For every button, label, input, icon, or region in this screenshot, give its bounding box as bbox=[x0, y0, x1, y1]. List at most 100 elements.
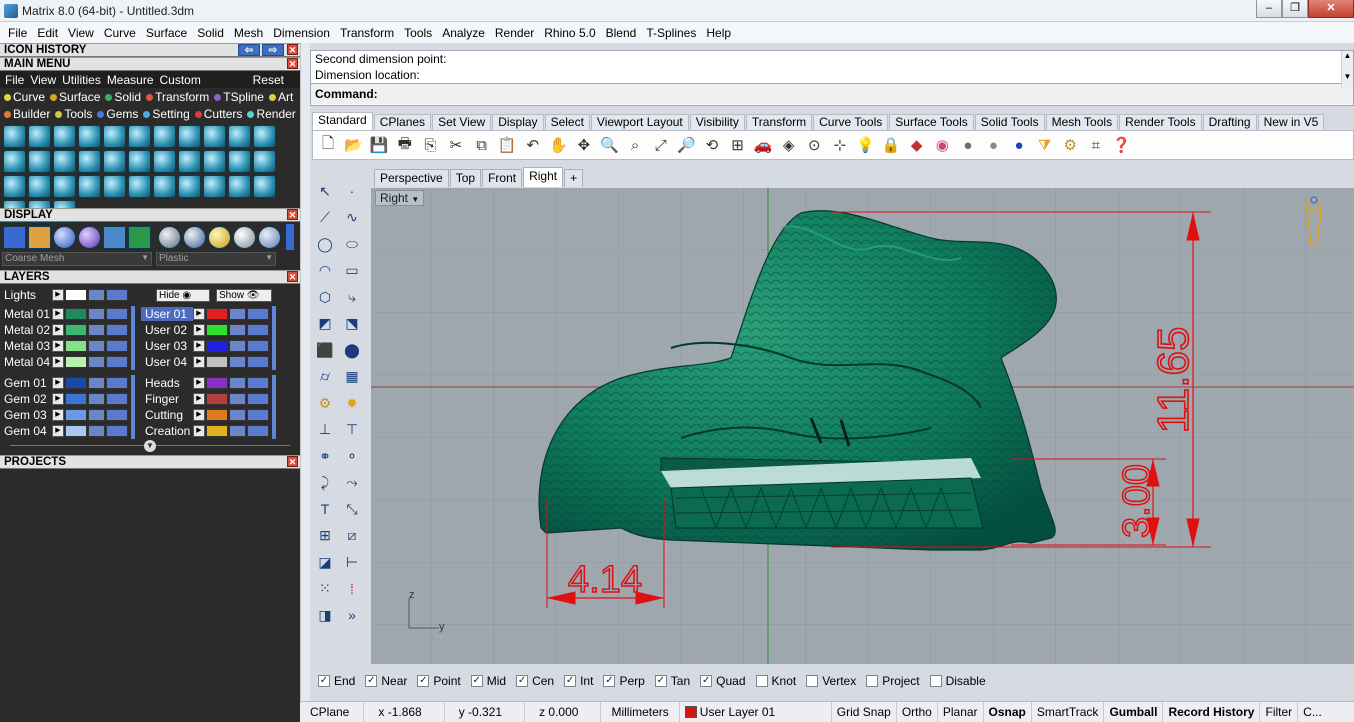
layer-row[interactable]: Metal 03 ▶ bbox=[0, 338, 128, 354]
units-label[interactable]: Millimeters bbox=[601, 701, 680, 722]
layer-color-swatch[interactable] bbox=[65, 409, 87, 421]
lock-icon[interactable] bbox=[229, 409, 246, 421]
osnap-mid[interactable]: ✓ Mid bbox=[470, 674, 506, 688]
close-button[interactable]: ✕ bbox=[1308, 0, 1354, 18]
tool-tile-icon[interactable] bbox=[78, 125, 101, 148]
rectangle-icon[interactable]: ▭ bbox=[339, 258, 365, 285]
expand-arrow-icon[interactable]: ▶ bbox=[52, 377, 64, 389]
material-select[interactable]: Plastic ▼ bbox=[156, 252, 276, 266]
bulb-icon[interactable] bbox=[106, 393, 128, 405]
layer-scrollbar[interactable] bbox=[131, 306, 135, 370]
layer-row[interactable]: Gem 04 ▶ bbox=[0, 423, 128, 439]
tool-tile-icon[interactable] bbox=[203, 150, 226, 173]
history-back-icon[interactable]: ⇦ bbox=[238, 44, 260, 56]
tool-tile-icon[interactable] bbox=[228, 125, 251, 148]
lock-icon[interactable] bbox=[229, 425, 246, 437]
layer-name[interactable]: Gem 01 bbox=[0, 376, 52, 390]
cplane-label[interactable]: CPlane bbox=[300, 701, 365, 722]
osnap-checkbox[interactable]: ✓ bbox=[516, 675, 529, 687]
lock-icon[interactable] bbox=[88, 340, 105, 352]
bulb-icon[interactable] bbox=[247, 356, 269, 368]
bulb-icon[interactable] bbox=[247, 308, 269, 320]
expand-arrow-icon[interactable]: ▶ bbox=[52, 409, 64, 421]
layer-color-swatch[interactable] bbox=[206, 340, 228, 352]
rendered-sphere-icon[interactable] bbox=[78, 225, 101, 249]
color-wheel-icon[interactable]: ◉ bbox=[931, 134, 953, 156]
lock-icon[interactable] bbox=[88, 356, 105, 368]
polygon-icon[interactable]: ⬡ bbox=[312, 284, 338, 311]
tool-tile-icon[interactable] bbox=[103, 175, 126, 198]
group-icon[interactable]: ⊞ bbox=[312, 523, 338, 550]
menu-view[interactable]: View bbox=[63, 26, 99, 40]
planar-toggle[interactable]: Planar bbox=[938, 701, 984, 722]
layer-name[interactable]: Metal 02 bbox=[0, 323, 52, 337]
mm-category-solid[interactable]: Solid bbox=[103, 90, 144, 104]
panel-splitter[interactable] bbox=[300, 43, 310, 701]
layer-color-swatch[interactable] bbox=[65, 356, 87, 368]
osnap-checkbox[interactable]: ✓ bbox=[470, 675, 483, 687]
layer-icon[interactable]: ◆ bbox=[906, 134, 928, 156]
menu-blend[interactable]: Blend bbox=[601, 26, 642, 40]
lock-icon[interactable] bbox=[229, 393, 246, 405]
split-icon[interactable]: ⊤ bbox=[339, 417, 365, 444]
bulb-icon[interactable] bbox=[247, 377, 269, 389]
menu-analyze[interactable]: Analyze bbox=[437, 26, 490, 40]
layer-name[interactable]: Finger bbox=[141, 392, 193, 406]
layer-name[interactable]: Gem 02 bbox=[0, 392, 52, 406]
osnap-cen[interactable]: ✓ Cen bbox=[516, 674, 554, 688]
grid-snap-toggle[interactable]: Grid Snap bbox=[832, 701, 897, 722]
menu-render[interactable]: Render bbox=[490, 26, 539, 40]
expand-arrow-icon[interactable]: ▶ bbox=[193, 425, 205, 437]
layer-row[interactable]: Metal 01 ▶ bbox=[0, 306, 128, 322]
toolbar-tab-render-tools[interactable]: Render Tools bbox=[1119, 114, 1202, 130]
polyline-icon[interactable]: ⟋ bbox=[312, 205, 338, 232]
layer-row[interactable]: Gem 01 ▶ bbox=[0, 375, 128, 391]
layer-row[interactable]: User 01 ▶ bbox=[141, 306, 269, 322]
layer-row[interactable]: Creation ▶ bbox=[141, 423, 269, 439]
lock-icon[interactable] bbox=[229, 340, 246, 352]
tool-tile-icon[interactable] bbox=[228, 150, 251, 173]
lock-icon[interactable]: 🔒 bbox=[880, 134, 902, 156]
layer-row[interactable]: User 02 ▶ bbox=[141, 322, 269, 338]
current-layer[interactable]: User Layer 01 bbox=[680, 701, 832, 722]
tool-tile-icon[interactable] bbox=[3, 175, 26, 198]
mm-view[interactable]: View bbox=[27, 73, 59, 87]
menu-help[interactable]: Help bbox=[701, 26, 736, 40]
toolbar-tab-standard[interactable]: Standard bbox=[312, 112, 373, 130]
menu-tsplines[interactable]: T-Splines bbox=[641, 26, 701, 40]
lock-icon[interactable] bbox=[229, 377, 246, 389]
record-history-toggle[interactable]: Record History bbox=[1163, 701, 1261, 722]
tool-tile-icon[interactable] bbox=[103, 125, 126, 148]
circle-icon[interactable]: ◯ bbox=[312, 231, 338, 258]
bulb-icon[interactable] bbox=[106, 308, 128, 320]
array-icon[interactable]: ⁙ bbox=[312, 576, 338, 603]
zoom-icon[interactable]: 🔍 bbox=[599, 134, 621, 156]
curve-icon[interactable]: ∿ bbox=[339, 205, 365, 232]
cylinder-icon[interactable]: ⌭ bbox=[312, 364, 338, 391]
save-icon[interactable]: 💾 bbox=[368, 134, 390, 156]
osnap-checkbox[interactable] bbox=[929, 675, 942, 687]
tool-tile-icon[interactable] bbox=[3, 125, 26, 148]
silver-sphere-icon[interactable] bbox=[233, 225, 256, 249]
tool-tile-icon[interactable] bbox=[153, 150, 176, 173]
rendered-sphere-icon[interactable]: ● bbox=[1008, 134, 1030, 156]
rotate-view-icon[interactable]: ✥ bbox=[573, 134, 595, 156]
arc-icon[interactable]: ◠ bbox=[312, 258, 338, 285]
menu-solid[interactable]: Solid bbox=[192, 26, 229, 40]
expand-arrow-icon[interactable]: ▶ bbox=[193, 356, 205, 368]
grid-display-icon[interactable] bbox=[3, 225, 26, 249]
tool-tile-icon[interactable] bbox=[153, 125, 176, 148]
layer-name[interactable]: Metal 03 bbox=[0, 339, 52, 353]
layer-color-swatch[interactable] bbox=[65, 308, 87, 320]
osnap-disable[interactable]: Disable bbox=[929, 674, 986, 688]
text-icon[interactable]: T bbox=[312, 496, 338, 523]
more-status-toggle[interactable]: C... bbox=[1298, 702, 1327, 722]
menu-file[interactable]: File bbox=[3, 26, 32, 40]
wire-display-icon[interactable] bbox=[28, 225, 51, 249]
show-button[interactable]: Show 👁 bbox=[216, 288, 272, 302]
mesh-display-icon[interactable] bbox=[128, 225, 151, 249]
grid-snap-icon[interactable]: ⌗ bbox=[1085, 134, 1107, 156]
tool-tile-icon[interactable] bbox=[178, 175, 201, 198]
toolbar-tab-set-view[interactable]: Set View bbox=[432, 114, 492, 130]
expand-arrow-icon[interactable]: ▶ bbox=[193, 324, 205, 336]
